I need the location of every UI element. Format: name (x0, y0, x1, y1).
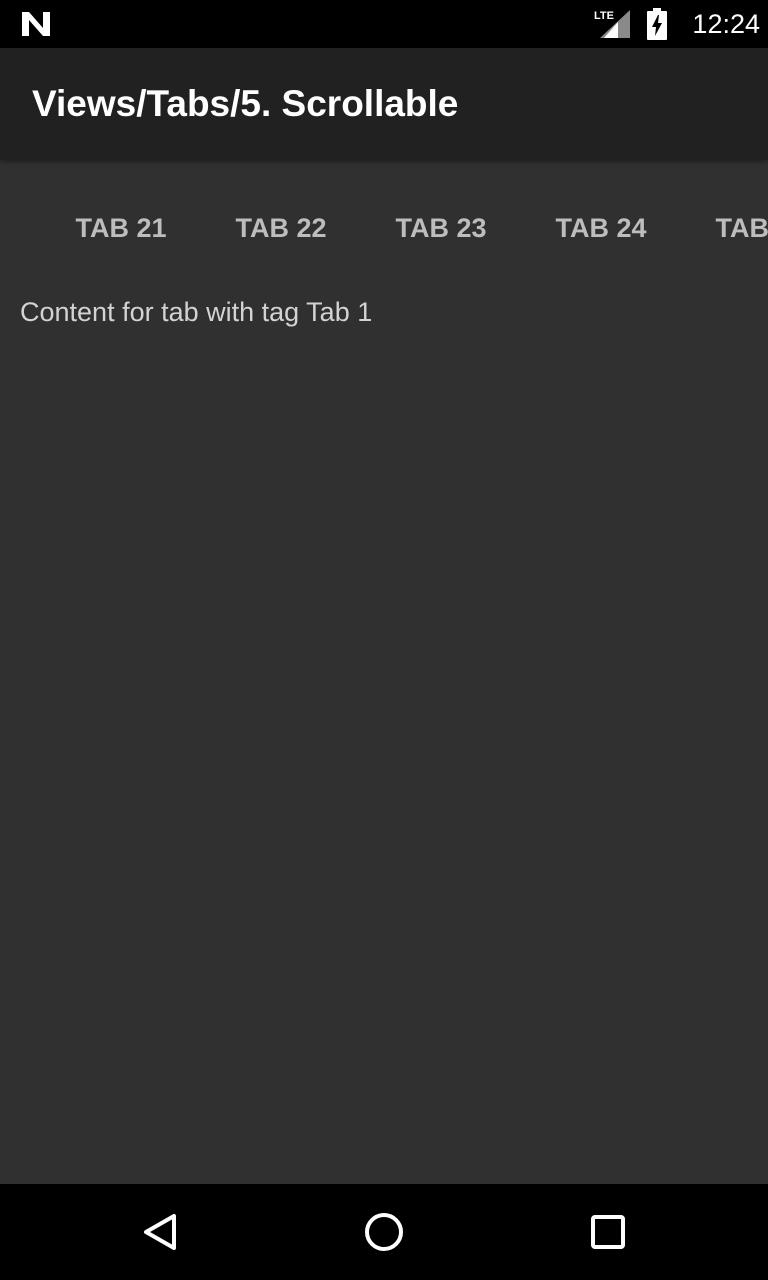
tab-25[interactable]: TAB 25 (696, 190, 768, 266)
back-icon (144, 1214, 176, 1250)
recents-icon (591, 1215, 625, 1249)
back-button[interactable] (130, 1202, 190, 1262)
home-button[interactable] (354, 1202, 414, 1262)
notification-n-icon (22, 12, 50, 36)
page-title: Views/Tabs/5. Scrollable (32, 83, 459, 124)
tab-23[interactable]: TAB 23 (376, 190, 506, 266)
battery-charging-icon (647, 8, 667, 40)
tab-24[interactable]: TAB 24 (536, 190, 666, 266)
lte-label: LTE (594, 10, 614, 22)
action-bar: Views/Tabs/5. Scrollable (0, 48, 768, 160)
tab-22[interactable]: TAB 22 (216, 190, 346, 266)
scrollable-tab-strip[interactable]: TAB 21 TAB 22 TAB 23 TAB 24 TAB 25 (0, 190, 768, 266)
tab-content-text: Content for tab with tag Tab 1 (20, 297, 373, 327)
navigation-bar (0, 1184, 768, 1280)
status-clock: 12:24 (692, 9, 760, 39)
lte-signal-icon: LTE (594, 10, 630, 38)
home-icon (365, 1213, 403, 1251)
status-bar: LTE 12:24 (0, 0, 768, 48)
recents-button[interactable] (578, 1202, 638, 1262)
tab-21[interactable]: TAB 21 (56, 190, 186, 266)
